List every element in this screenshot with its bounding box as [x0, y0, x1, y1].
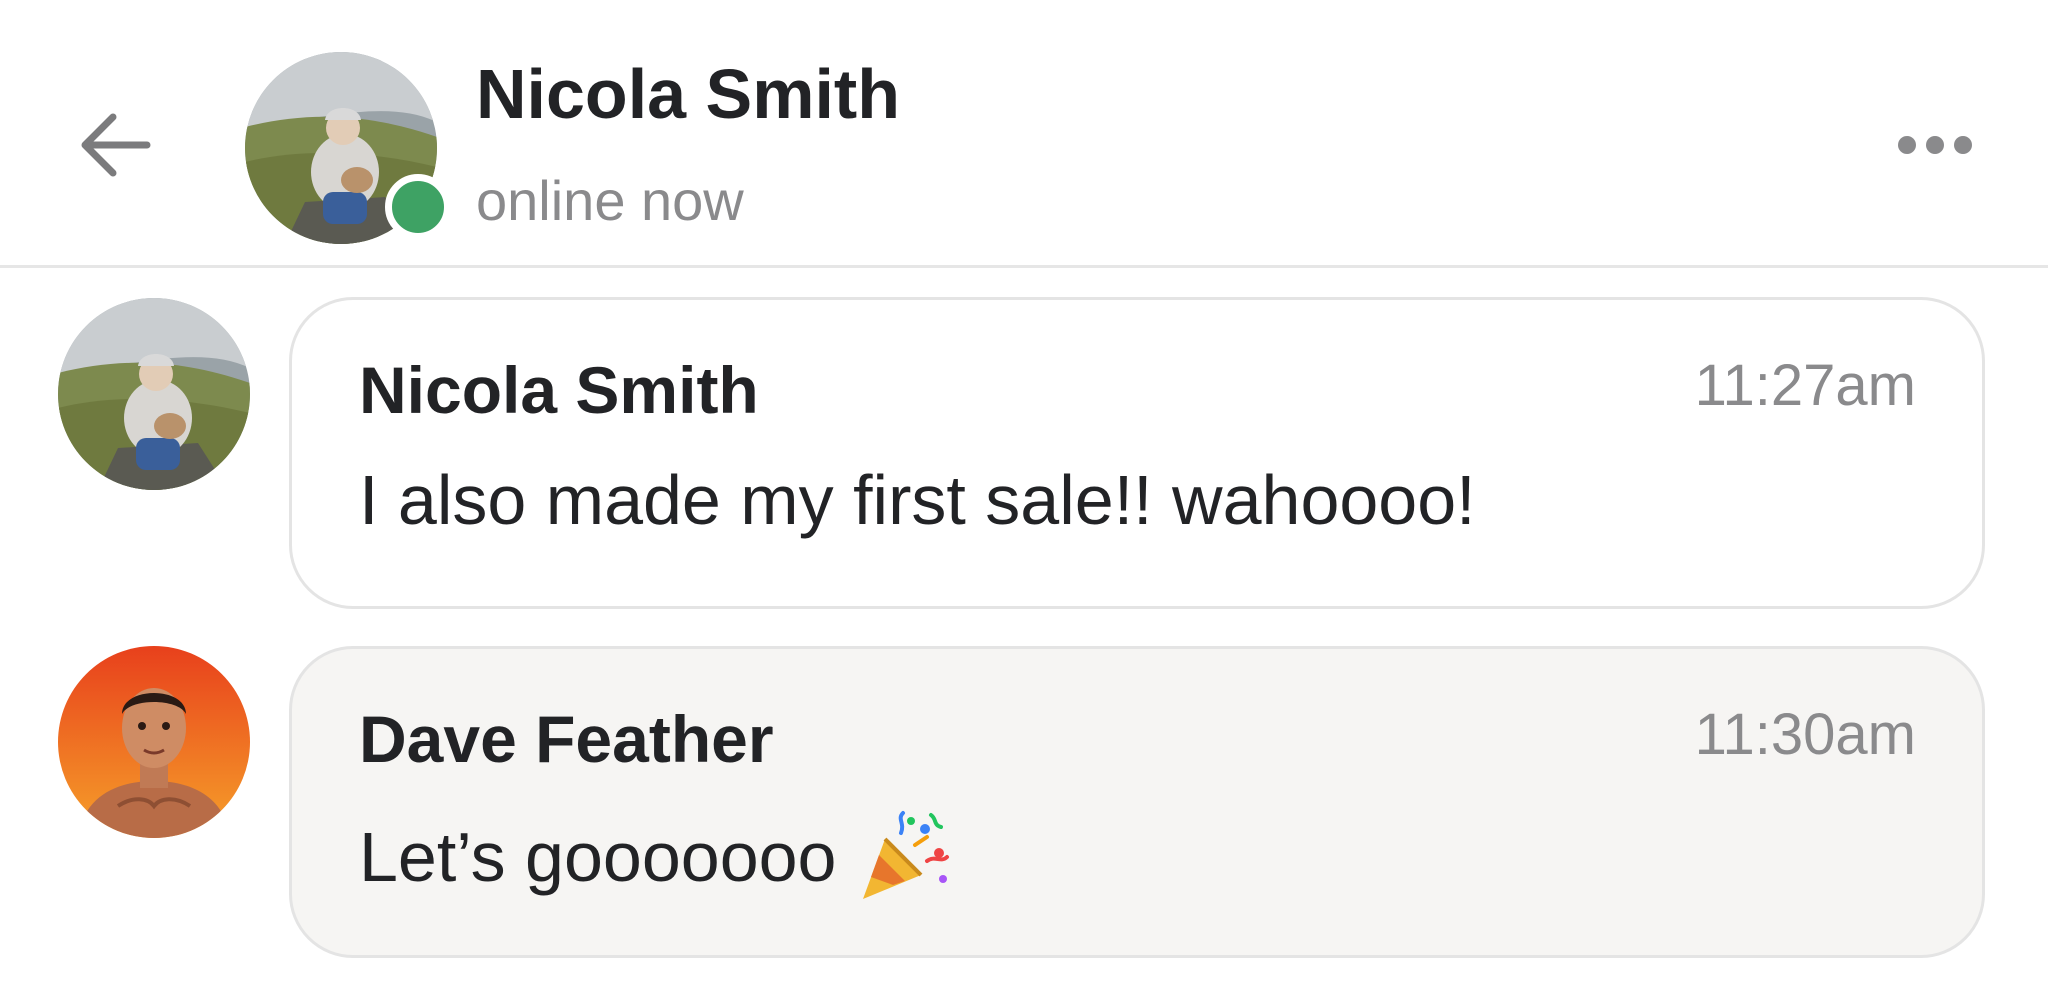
contact-name: Nicola Smith: [476, 55, 900, 133]
more-dot: [1926, 136, 1944, 154]
message-avatar-nicola[interactable]: [58, 298, 250, 490]
avatar-photo-nicola: [58, 298, 250, 490]
chat-header: Nicola Smith online now: [0, 0, 2048, 268]
message-bubble[interactable]: Nicola Smith 11:27am I also made my firs…: [289, 297, 1985, 609]
message-time: 11:30am: [1694, 702, 1916, 767]
back-button[interactable]: [70, 100, 160, 190]
party-popper-icon: [862, 811, 949, 899]
more-horizontal-icon: [1898, 136, 1916, 154]
avatar-photo-dave: [58, 646, 250, 838]
message-sender: Nicola Smith: [359, 353, 759, 427]
message-time: 11:27am: [1694, 353, 1916, 418]
message-sender: Dave Feather: [359, 702, 774, 776]
chat-screen: Nicola Smith online now Nicola Smith 11:…: [0, 0, 2048, 989]
message-text-content: I also made my first sale!! wahoooo!: [359, 461, 1476, 539]
more-dot: [1954, 136, 1972, 154]
more-options-button[interactable]: [1880, 115, 1990, 175]
message-bubble[interactable]: Dave Feather 11:30am Let’s gooooooo: [289, 646, 1985, 958]
message-avatar-dave[interactable]: [58, 646, 250, 838]
message-text: Let’s gooooooo: [359, 809, 951, 905]
arrow-left-icon: [81, 113, 151, 177]
contact-status: online now: [476, 169, 744, 232]
online-status-dot: [385, 174, 451, 240]
message-text-content: Let’s gooooooo: [359, 818, 837, 896]
header-avatar[interactable]: [245, 52, 451, 244]
message-text: I also made my first sale!! wahoooo!: [359, 460, 1476, 540]
